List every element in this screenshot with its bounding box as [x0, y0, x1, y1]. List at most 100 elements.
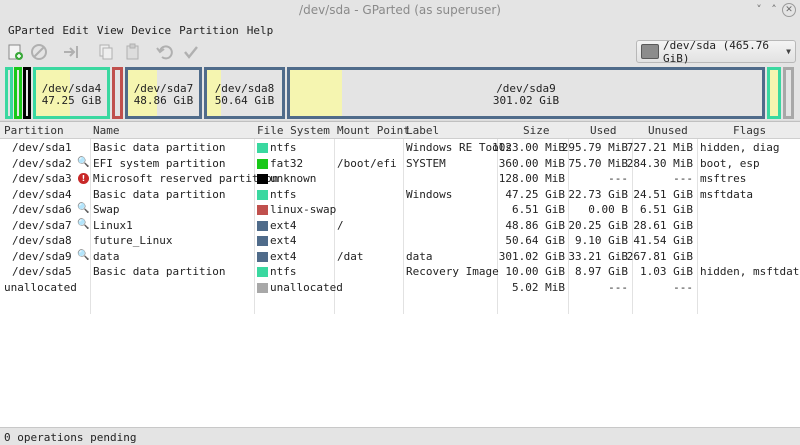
cell-name: Basic data partition — [93, 141, 226, 154]
cell-used: 20.25 GiB — [568, 218, 628, 232]
disk-segment-sda9[interactable]: /dev/sda9 301.02 GiB — [287, 67, 765, 119]
filesystem-color-swatch — [257, 158, 268, 169]
cell-label: data — [406, 249, 433, 263]
menu-partition[interactable]: Partition — [175, 22, 243, 40]
cell-name: Swap — [93, 203, 120, 216]
column-header-size[interactable]: Size — [523, 124, 550, 137]
table-row[interactable]: /dev/sda8 future_Linux ext4 50.64 GiB 9.10 G… — [0, 233, 800, 249]
menu-help[interactable]: Help — [243, 22, 278, 40]
menu-view[interactable]: View — [93, 22, 128, 40]
device-selector[interactable]: /dev/sda (465.76 GiB) ▼ — [636, 39, 796, 65]
menu-edit[interactable]: Edit — [58, 22, 93, 40]
cell-name: Linux1 — [93, 218, 133, 232]
table-row[interactable]: /dev/sda5 Basic data partition ntfs Recover… — [0, 264, 800, 280]
filesystem-color-swatch — [257, 282, 268, 293]
disk-segment-sda2[interactable] — [14, 67, 22, 119]
column-header-label[interactable]: Label — [406, 124, 439, 137]
cell-fs: unknown — [270, 172, 317, 185]
disk-segment-sda5[interactable] — [767, 67, 781, 119]
cell-name: Microsoft reserved partition — [93, 172, 279, 185]
table-row[interactable]: /dev/sda2 EFI system partition fat32/boot/… — [0, 156, 800, 172]
cell-fs: unallocated — [270, 280, 343, 294]
cell-partition: /dev/sda4 — [12, 187, 72, 201]
dropdown-arrow-icon: ▼ — [786, 47, 791, 56]
cell-label: SYSTEM — [406, 156, 446, 170]
copy-icon[interactable] — [97, 43, 115, 61]
cell-flags: msftdata — [700, 187, 753, 201]
menu-device[interactable]: Device — [127, 22, 175, 40]
cell-fs: ntfs — [270, 187, 297, 201]
menu-bar: GParted Edit View Device Partition Help — [0, 22, 800, 40]
disk-segment-sda8[interactable]: /dev/sda8 50.64 GiB — [204, 67, 285, 119]
apply-icon[interactable] — [182, 43, 200, 61]
cell-mount: / — [337, 218, 344, 232]
menu-gparted[interactable]: GParted — [4, 22, 58, 40]
minimize-button[interactable]: ˅ — [752, 3, 766, 17]
cell-used: 8.97 GiB — [575, 265, 628, 278]
cell-partition: /dev/sda5 — [12, 265, 72, 278]
column-header-filesystem[interactable]: File System — [257, 124, 330, 137]
disk-segment-sda4[interactable]: /dev/sda4 47.25 GiB — [33, 67, 110, 119]
column-header-partition[interactable]: Partition — [4, 124, 64, 137]
table-row[interactable]: /dev/sda9 data ext4/dat data 301.02 GiB 33.21… — [0, 249, 800, 265]
cell-flags: hidden, diag — [700, 141, 780, 154]
column-header-flags[interactable]: Flags — [733, 124, 766, 137]
cell-unused: 41.54 GiB — [633, 234, 693, 247]
table-row[interactable]: /dev/sda6 Swap linux-swap 6.51 GiB 0.00 B 6.5… — [0, 202, 800, 218]
cell-size: 301.02 GiB — [498, 249, 565, 263]
cell-unused: 727.21 MiB — [626, 141, 693, 154]
table-row[interactable]: /dev/sda4 Basic data partition ntfs Windows… — [0, 187, 800, 203]
close-button[interactable]: ✕ — [782, 3, 796, 17]
disk-segment-sda7[interactable]: /dev/sda7 48.86 GiB — [125, 67, 202, 119]
cell-unused: 24.51 GiB — [633, 187, 693, 201]
cell-unused: --- — [673, 172, 693, 185]
cell-partition: /dev/sda6 — [12, 203, 72, 216]
filesystem-color-swatch — [257, 174, 268, 184]
new-partition-icon[interactable] — [6, 43, 24, 61]
cell-name: Basic data partition — [93, 187, 226, 201]
table-header: Partition Name File System Mount Point L… — [0, 122, 800, 139]
cell-partition: /dev/sda9 — [12, 249, 72, 263]
disk-segment-label: /dev/sda4 47.25 GiB — [41, 82, 102, 107]
table-row[interactable]: /dev/sda7 Linux1 ext4 / 48.86 GiB 20.25 GiB 28… — [0, 218, 800, 234]
disk-segment-label: /dev/sda9 301.02 GiB — [492, 82, 560, 107]
disk-segment-unallocated[interactable] — [783, 67, 794, 119]
disk-segment-sda6[interactable] — [112, 67, 123, 119]
key-icon: 🔍 — [77, 203, 90, 214]
cell-name: Basic data partition — [93, 265, 226, 278]
disk-segment-label: /dev/sda7 48.86 GiB — [133, 82, 194, 107]
cell-fs: fat32 — [270, 156, 304, 170]
cell-name: data — [93, 249, 120, 263]
filesystem-color-swatch — [257, 267, 268, 277]
cell-fs: ext4 — [270, 249, 297, 263]
delete-icon[interactable] — [30, 43, 48, 61]
column-header-used[interactable]: Used — [590, 124, 617, 137]
cell-size: 5.02 MiB — [512, 280, 565, 294]
cell-flags: msftres — [700, 172, 747, 185]
maximize-button[interactable]: ˄ — [767, 3, 781, 17]
resize-move-icon[interactable] — [62, 43, 80, 61]
column-header-name[interactable]: Name — [93, 124, 120, 137]
table-row[interactable]: unallocated unallocated 5.02 MiB --- --- — [0, 280, 800, 296]
table-row[interactable]: /dev/sda1 Basic data partition ntfs Windows… — [0, 140, 800, 156]
window-title: /dev/sda - GParted (as superuser) — [299, 3, 501, 17]
cell-used: --- — [608, 172, 628, 185]
cell-size: 50.64 GiB — [505, 234, 565, 247]
disk-segment-sda3[interactable] — [23, 67, 31, 119]
cell-size: 128.00 MiB — [498, 172, 565, 185]
cell-flags: boot, esp — [700, 156, 760, 170]
cell-fs: ext4 — [270, 218, 297, 232]
cell-size: 10.00 GiB — [505, 265, 565, 278]
disk-segment-sda1[interactable] — [5, 67, 13, 119]
cell-size: 47.25 GiB — [505, 187, 565, 201]
disk-map: /dev/sda4 47.25 GiB /dev/sda7 48.86 GiB /d… — [0, 64, 800, 120]
column-header-mount-point[interactable]: Mount Point — [337, 124, 410, 137]
cell-used: 9.10 GiB — [575, 234, 628, 247]
undo-icon[interactable] — [156, 43, 174, 61]
column-header-unused[interactable]: Unused — [648, 124, 688, 137]
cell-partition: /dev/sda3 — [12, 172, 72, 185]
filesystem-color-swatch — [257, 251, 268, 262]
cell-label: Recovery Image — [406, 265, 499, 278]
table-row[interactable]: /dev/sda3 Microsoft reserved partition unk… — [0, 171, 800, 187]
paste-icon[interactable] — [124, 43, 142, 61]
